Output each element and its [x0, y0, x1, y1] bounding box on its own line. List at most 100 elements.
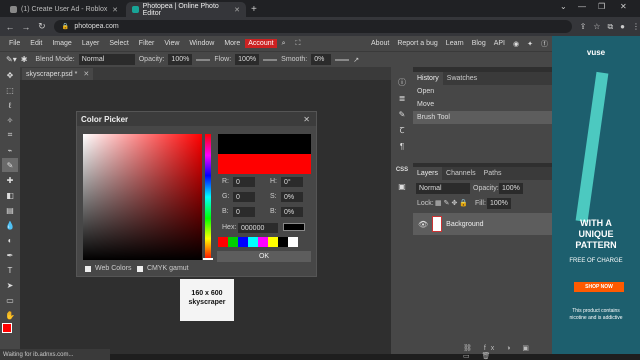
swatch-cyan[interactable]	[248, 237, 258, 247]
pen-tool-icon[interactable]: ✒	[2, 248, 18, 262]
g-input[interactable]: 0	[233, 192, 255, 202]
marquee-tool-icon[interactable]: ⬚	[2, 83, 18, 97]
url-field[interactable]: 🔒 photopea.com	[53, 20, 572, 33]
new-tab-button[interactable]: +	[248, 2, 260, 17]
h-input[interactable]: 0°	[281, 177, 303, 187]
path-select-tool-icon[interactable]: ➤	[2, 278, 18, 292]
browser-tab-photopea[interactable]: Photopea | Online Photo Editor ✕	[126, 2, 246, 17]
magic-wand-tool-icon[interactable]: ✧	[2, 113, 18, 127]
opacity-slider[interactable]	[196, 58, 211, 61]
saturation-value-field[interactable]	[83, 134, 202, 260]
smooth-field[interactable]: 0%	[311, 54, 332, 65]
brush-preset-icon[interactable]: ✎▾	[6, 55, 17, 64]
menu-select[interactable]: Select	[104, 40, 133, 47]
cmyk-gamut-checkbox[interactable]: CMYK gamut	[137, 265, 189, 272]
menu-view[interactable]: View	[159, 40, 184, 47]
menu-file[interactable]: File	[4, 40, 25, 47]
lasso-tool-icon[interactable]: ℓ	[2, 98, 18, 112]
gradient-tool-icon[interactable]: ▤	[2, 203, 18, 217]
minimize-icon[interactable]: —	[578, 2, 586, 11]
document-tab[interactable]: skyscraper.psd * ✕	[22, 68, 94, 80]
menu-report-bug[interactable]: Report a bug	[393, 40, 441, 47]
checkbox-box[interactable]	[85, 265, 91, 272]
brush-tool-icon[interactable]: ✎	[2, 158, 18, 172]
image-icon[interactable]: ▣	[393, 179, 411, 193]
menu-filter[interactable]: Filter	[134, 40, 160, 47]
color-picker-titlebar[interactable]: Color Picker ✕	[77, 112, 316, 126]
tab-layers[interactable]: Layers	[413, 167, 443, 180]
reload-icon[interactable]: ↻	[36, 21, 48, 32]
type-tool-icon[interactable]: T	[2, 263, 18, 277]
swatch-black[interactable]	[278, 237, 288, 247]
document-close-icon[interactable]: ✕	[83, 70, 89, 78]
r-input[interactable]: 0	[233, 177, 255, 187]
back-icon[interactable]: ←	[4, 22, 16, 32]
lock-options-icon[interactable]: ▦✎✥🔒	[435, 199, 470, 207]
swatch-blue[interactable]	[238, 237, 248, 247]
tab-close-icon[interactable]: ✕	[112, 6, 118, 14]
layer-actions-icons[interactable]: ⛓ fx ◑ ▣ ▭ 🗑	[463, 344, 552, 360]
skyscraper-canvas[interactable]: 160 x 600 skyscraper	[180, 279, 234, 321]
flow-slider[interactable]	[263, 58, 278, 61]
menu-api[interactable]: API	[490, 40, 509, 47]
maximize-icon[interactable]: ❐	[598, 2, 605, 11]
eyedropper-tool-icon[interactable]: ⌁	[2, 143, 18, 157]
history-item[interactable]: Brush Tool	[413, 111, 552, 124]
web-colors-checkbox[interactable]: Web Colors	[85, 265, 131, 272]
swatch-green[interactable]	[228, 237, 238, 247]
blur-tool-icon[interactable]: 💧	[2, 218, 18, 232]
healing-tool-icon[interactable]: ✚	[2, 173, 18, 187]
brush-panel-icon[interactable]: ✎	[393, 107, 411, 121]
extensions-icon[interactable]: ⧉	[607, 22, 613, 32]
brightness-input[interactable]: 0%	[281, 207, 303, 217]
info-icon[interactable]: ⓘ	[393, 75, 411, 89]
search-icon[interactable]: ⌕	[277, 40, 291, 48]
layer-row-background[interactable]: 👁 Background	[413, 213, 552, 235]
kebab-menu-icon[interactable]: ⋮	[632, 22, 640, 32]
share-icon[interactable]: ⇪	[580, 22, 587, 32]
b-input[interactable]: 0	[233, 207, 255, 217]
ok-button[interactable]: OK	[217, 251, 311, 262]
airbrush-icon[interactable]: ↗	[353, 56, 359, 64]
layer-blend-select[interactable]: Normal	[416, 183, 470, 194]
menu-edit[interactable]: Edit	[25, 40, 47, 47]
dodge-tool-icon[interactable]: ◐	[2, 233, 18, 247]
swatch-white[interactable]	[288, 237, 298, 247]
eye-icon[interactable]: 👁	[418, 220, 428, 229]
swatch-yellow[interactable]	[268, 237, 278, 247]
paragraph-icon[interactable]: ¶	[393, 139, 411, 153]
menu-learn[interactable]: Learn	[442, 40, 468, 47]
color-picker-close-icon[interactable]: ✕	[303, 115, 310, 124]
account-button[interactable]: Account	[245, 39, 277, 48]
window-close-icon[interactable]: ✕	[620, 2, 627, 11]
properties-icon[interactable]: ≣	[393, 91, 411, 105]
twitter-icon[interactable]: ✦	[523, 40, 537, 48]
blend-mode-select[interactable]: Normal	[78, 54, 135, 65]
tab-paths[interactable]: Paths	[480, 167, 506, 180]
flow-field[interactable]: 100%	[235, 54, 260, 65]
hue-slider-marker[interactable]	[203, 258, 213, 260]
profile-icon[interactable]: ●	[620, 22, 625, 32]
tab-channels[interactable]: Channels	[442, 167, 480, 180]
brush-settings-icon[interactable]: ✱	[21, 55, 28, 64]
opacity-field[interactable]: 100%	[168, 54, 193, 65]
history-item[interactable]: Move	[413, 98, 552, 111]
eraser-tool-icon[interactable]: ◧	[2, 188, 18, 202]
move-tool-icon[interactable]: ✥	[2, 68, 18, 82]
tab-history[interactable]: History	[413, 72, 443, 85]
swatch-magenta[interactable]	[258, 237, 268, 247]
character-icon[interactable]: Ꞇ	[393, 123, 411, 137]
menu-window[interactable]: Window	[184, 40, 219, 47]
css-icon[interactable]: CSS	[393, 163, 411, 177]
menu-layer[interactable]: Layer	[77, 40, 105, 47]
ad-banner[interactable]: vuse WITH A UNIQUE PATTERN FREE OF CHARG…	[552, 36, 640, 354]
shape-tool-icon[interactable]: ▭	[2, 293, 18, 307]
checkbox-box[interactable]	[137, 265, 143, 272]
tab-swatches[interactable]: Swatches	[443, 72, 481, 85]
forward-icon[interactable]: →	[20, 22, 32, 32]
tab-close-icon[interactable]: ✕	[234, 6, 240, 14]
facebook-icon[interactable]: ⓕ	[537, 39, 552, 49]
bookmark-star-icon[interactable]: ☆	[593, 22, 600, 32]
fullscreen-icon[interactable]: ⛶	[290, 40, 305, 48]
menu-blog[interactable]: Blog	[468, 40, 490, 47]
